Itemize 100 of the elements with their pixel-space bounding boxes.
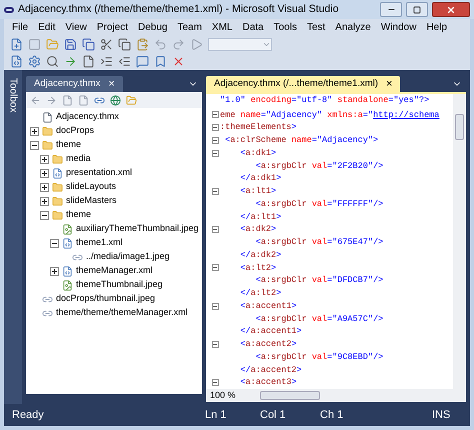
- fold-toggle[interactable]: [212, 226, 218, 234]
- char-number: Ch 1: [320, 408, 344, 423]
- fold-toggle[interactable]: [212, 111, 218, 118]
- menu-item[interactable]: Test: [306, 20, 326, 35]
- vertical-scrollbar[interactable]: [453, 94, 466, 389]
- close-tab-button[interactable]: ×: [108, 76, 115, 92]
- folder-icon: [42, 140, 53, 150]
- cut-icon[interactable]: [100, 38, 113, 51]
- expand-toggle[interactable]: [30, 140, 39, 150]
- caret-icon: [262, 40, 271, 49]
- fold-toggle[interactable]: [212, 264, 218, 272]
- column-number: Col 1: [260, 408, 287, 423]
- menu-item[interactable]: File: [12, 20, 28, 35]
- folder-icon: [52, 210, 63, 220]
- image-file-icon: [62, 280, 73, 290]
- page-icon[interactable]: [82, 55, 95, 68]
- tree-item[interactable]: auxiliaryThemeThumbnail.jpeg: [76, 222, 199, 236]
- code-line: <a:accent2>: [239, 338, 297, 351]
- menu-item[interactable]: Debug: [138, 20, 168, 35]
- document-tab[interactable]: Adjacency.thmx (/...theme/theme1.xml) ×: [206, 76, 400, 92]
- code-line: <a:accent3>: [239, 376, 297, 389]
- document-tab[interactable]: Adjacency.thmx ×: [26, 76, 123, 92]
- menu-item[interactable]: Help: [426, 20, 448, 35]
- code-line: eme name="Adjacency" xmlns:a="http://schema: [220, 108, 440, 122]
- tree-item[interactable]: ../media/image1.jpeg: [86, 250, 170, 264]
- menu-item[interactable]: Edit: [38, 20, 56, 35]
- code-line: <a:srgbClr val="675E47"/>: [254, 236, 384, 249]
- fold-toggle[interactable]: [212, 302, 218, 310]
- code-line: <a:dk1>: [239, 146, 276, 160]
- code-line: <a:srgbClr val="DFDCB7"/>: [254, 274, 384, 287]
- globe-icon[interactable]: [110, 94, 121, 106]
- menu-item[interactable]: Tools: [274, 20, 297, 35]
- toolbox-strip[interactable]: Toolbox: [4, 70, 22, 404]
- close-tab-button[interactable]: ×: [386, 76, 392, 92]
- menu-item[interactable]: Team: [177, 20, 202, 35]
- bookmark-icon[interactable]: [154, 55, 167, 68]
- code-line: <a:srgbClr val="A9A57C"/>: [254, 312, 384, 326]
- copy-icon[interactable]: [118, 38, 131, 51]
- tree-item[interactable]: themeManager.xml: [76, 264, 153, 278]
- menu-item[interactable]: View: [65, 20, 87, 35]
- code-line: <a:lt1>: [239, 185, 276, 198]
- fold-toggle[interactable]: [212, 188, 218, 195]
- code-line: </a:dk2>: [239, 248, 282, 262]
- close-button[interactable]: [432, 2, 470, 17]
- tree-item[interactable]: slideLayouts: [66, 180, 116, 194]
- fold-toggle[interactable]: [212, 150, 218, 157]
- tree-item[interactable]: theme1.xml: [76, 236, 123, 250]
- outdent-icon[interactable]: [118, 55, 131, 68]
- save-icon[interactable]: [64, 38, 77, 51]
- expand-toggle[interactable]: [40, 154, 49, 164]
- expand-toggle[interactable]: [40, 210, 49, 220]
- maximize-icon: [413, 6, 421, 14]
- toolbox-label[interactable]: Toolbox: [6, 78, 20, 112]
- menu-item[interactable]: Window: [380, 20, 416, 35]
- tree-item[interactable]: presentation.xml: [66, 166, 132, 180]
- expand-toggle[interactable]: [40, 182, 49, 192]
- folder-icon: [42, 126, 53, 136]
- fold-toggle[interactable]: [212, 379, 218, 386]
- image-file-icon: [62, 224, 73, 234]
- find-icon[interactable]: [46, 55, 59, 68]
- tree-item[interactable]: theme: [66, 208, 92, 222]
- folder-icon: [52, 154, 63, 164]
- close-icon: [446, 4, 456, 14]
- arrow-icon[interactable]: [64, 55, 77, 68]
- expand-toggle[interactable]: [50, 238, 59, 248]
- code-line: <a:srgbClr val="FFFFFF"/>: [254, 198, 384, 210]
- tree-item[interactable]: theme/theme/themeManager.xml: [56, 306, 188, 320]
- menu-item[interactable]: XML: [212, 20, 232, 35]
- expand-toggle[interactable]: [50, 266, 59, 276]
- clear-bookmark-icon[interactable]: [172, 55, 185, 68]
- indent-icon[interactable]: [100, 55, 113, 68]
- tree-item[interactable]: docProps: [56, 124, 94, 138]
- tree-item[interactable]: theme: [56, 138, 82, 152]
- tree-item[interactable]: Adjacency.thmx: [56, 110, 119, 124]
- fold-toggle[interactable]: [212, 136, 218, 144]
- expand-toggle[interactable]: [40, 168, 49, 178]
- fold-toggle[interactable]: [212, 124, 218, 132]
- folder-icon: [52, 196, 63, 206]
- line-number: Ln 1: [205, 408, 228, 423]
- maximize-button[interactable]: [406, 2, 428, 17]
- expand-toggle[interactable]: [40, 196, 49, 206]
- code-line: </a:lt1>: [239, 210, 282, 224]
- tree-item[interactable]: slideMasters: [66, 194, 117, 208]
- window-title: Adjacency.thmx (/theme/theme/theme1.xml) - Microsoft Visual Studio: [18, 2, 340, 17]
- menu-item[interactable]: Data: [242, 20, 264, 35]
- code-file-icon: [62, 238, 73, 248]
- properties-icon[interactable]: [28, 55, 41, 68]
- new-file-icon[interactable]: [10, 38, 23, 51]
- tree-item[interactable]: media: [66, 152, 91, 166]
- comment-icon[interactable]: [136, 55, 149, 68]
- tree-item[interactable]: docProps/thumbnail.jpeg: [56, 292, 156, 306]
- code-editor[interactable]: [206, 92, 466, 402]
- fold-toggle[interactable]: [212, 340, 218, 348]
- menu-item[interactable]: Analyze: [335, 20, 371, 35]
- expand-toggle[interactable]: [30, 126, 39, 136]
- zoom-level[interactable]: 100 %: [206, 388, 240, 402]
- tree-item[interactable]: themeThumbnail.jpeg: [76, 278, 163, 292]
- menu-item[interactable]: Project: [96, 20, 128, 35]
- app-logo-icon: [4, 6, 14, 12]
- document-icon[interactable]: [10, 55, 23, 68]
